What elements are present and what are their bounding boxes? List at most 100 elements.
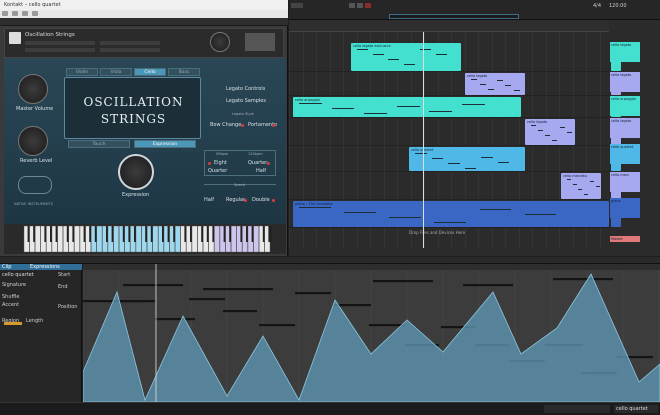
white-key[interactable]: [74, 225, 80, 253]
track-header[interactable]: cello legato: [610, 72, 640, 92]
track-header[interactable]: cello marc: [610, 172, 640, 192]
track-header[interactable]: cello arpeggio: [610, 96, 640, 116]
track-header[interactable]: cello legato: [610, 42, 640, 62]
output-row[interactable]: [25, 41, 95, 45]
detail-header: [0, 257, 660, 264]
tab-clip[interactable]: Clip: [2, 264, 11, 270]
menu-icon-1[interactable]: [2, 11, 8, 16]
clip-name[interactable]: cello quartet: [2, 272, 34, 278]
menu-icon-4[interactable]: [32, 11, 38, 16]
arrangement-clip[interactable]: cello quartet: [409, 147, 525, 171]
note-editor[interactable]: [82, 264, 660, 403]
arrangement-clip[interactable]: cello arpeggio: [293, 97, 521, 117]
track-header[interactable]: piano: [610, 198, 640, 218]
speed-double-led[interactable]: [272, 199, 275, 202]
arrangement-clip[interactable]: piano – The Grandest: [293, 201, 609, 227]
play-button[interactable]: [349, 3, 355, 8]
white-key[interactable]: [135, 225, 142, 253]
arrangement-clip[interactable]: cello marcato: [561, 173, 601, 199]
half-label[interactable]: Half: [256, 168, 266, 174]
track-header[interactable]: Master: [610, 236, 640, 242]
menu-icon-3[interactable]: [22, 11, 28, 16]
arrangement-clip[interactable]: cello legato: [525, 119, 575, 145]
white-key[interactable]: [174, 225, 181, 253]
track-lane[interactable]: [289, 72, 609, 96]
speed-double[interactable]: Double: [252, 197, 270, 203]
bow-change-led[interactable]: [241, 124, 244, 127]
note[interactable]: [553, 278, 613, 281]
white-key[interactable]: [214, 225, 220, 253]
menu-icon-2[interactable]: [12, 11, 18, 16]
white-key[interactable]: [253, 225, 260, 253]
tab-touch[interactable]: Touch: [68, 140, 130, 148]
speed-half[interactable]: Half: [204, 197, 214, 203]
tab-expressions[interactable]: Expressions: [30, 264, 60, 270]
eighth-label[interactable]: Eight: [214, 160, 227, 166]
note[interactable]: [155, 318, 195, 321]
tab-expression[interactable]: Expression: [134, 140, 196, 148]
instrument-name[interactable]: Oscillation Strings: [25, 32, 75, 38]
editor-ruler[interactable]: [83, 264, 660, 270]
expression-knob[interactable]: [118, 154, 154, 190]
bow-change-label[interactable]: Bow Change: [210, 122, 241, 128]
plugin-title-bar[interactable]: Kontakt – cello quartet: [0, 0, 288, 10]
note[interactable]: [223, 310, 257, 313]
speed-regular[interactable]: Regular: [226, 197, 245, 203]
note[interactable]: [463, 284, 513, 287]
speed-regular-led[interactable]: [244, 199, 247, 202]
menu-button[interactable]: [291, 3, 303, 8]
record-button[interactable]: [365, 3, 371, 8]
quarter-label[interactable]: Quarter: [208, 168, 227, 174]
reverb-level-knob[interactable]: [18, 126, 48, 156]
tab-violin[interactable]: Violin: [66, 68, 98, 76]
note[interactable]: [119, 300, 155, 303]
sig-readout[interactable]: 4/4: [593, 3, 601, 9]
arrangement-playhead[interactable]: [423, 32, 424, 248]
stop-button[interactable]: [357, 3, 363, 8]
arrangement-clip[interactable]: cello legato: [465, 73, 525, 95]
arrangement-clip[interactable]: cello legato exclusive: [351, 43, 461, 71]
note[interactable]: [373, 280, 433, 283]
editor-canvas[interactable]: [82, 264, 660, 403]
quarter2-led[interactable]: [267, 162, 270, 165]
midi-row[interactable]: [25, 48, 95, 52]
zoom-slider[interactable]: [544, 405, 610, 413]
arrangement-grid[interactable]: cello legato exclusive cello legato cello …: [289, 32, 621, 248]
keyboard-keys[interactable]: [4, 224, 286, 254]
white-key[interactable]: [96, 225, 103, 253]
volume-meter[interactable]: [245, 33, 275, 51]
note[interactable]: [259, 324, 295, 327]
track-header[interactable]: cello legato: [610, 118, 640, 138]
portamento-led[interactable]: [272, 124, 275, 127]
arrangement-ruler[interactable]: [289, 20, 609, 32]
quarter2-label[interactable]: Quarter: [248, 160, 267, 166]
clip-note: [524, 214, 557, 215]
white-key[interactable]: [230, 225, 237, 253]
tab-cello[interactable]: Cello: [134, 68, 166, 76]
white-key[interactable]: [57, 225, 63, 253]
tune-knob[interactable]: [210, 32, 230, 52]
white-key[interactable]: [113, 225, 119, 253]
eighth-led[interactable]: [208, 162, 211, 165]
white-key[interactable]: [35, 225, 41, 253]
status-clip[interactable]: cello quartet: [614, 405, 658, 413]
note[interactable]: [203, 288, 273, 291]
track-header[interactable]: cello quartet: [610, 144, 640, 164]
expression-curve[interactable]: [82, 273, 660, 403]
master-volume-knob[interactable]: [18, 74, 48, 104]
black-key[interactable]: [268, 226, 272, 242]
note[interactable]: [123, 284, 183, 287]
note[interactable]: [189, 298, 225, 301]
white-key[interactable]: [191, 225, 198, 253]
region-toggle[interactable]: [4, 322, 22, 325]
tab-viola[interactable]: Viola: [100, 68, 132, 76]
clip-note: [471, 79, 477, 80]
white-key[interactable]: [152, 225, 159, 253]
timeline-overview[interactable]: [389, 14, 519, 19]
bpm-readout[interactable]: 120.00: [609, 3, 627, 9]
plugin-keyboard[interactable]: [4, 224, 286, 254]
tab-bass[interactable]: Bass: [168, 68, 200, 76]
clip-note: [578, 189, 583, 190]
note[interactable]: [295, 292, 331, 295]
note[interactable]: [369, 324, 405, 327]
